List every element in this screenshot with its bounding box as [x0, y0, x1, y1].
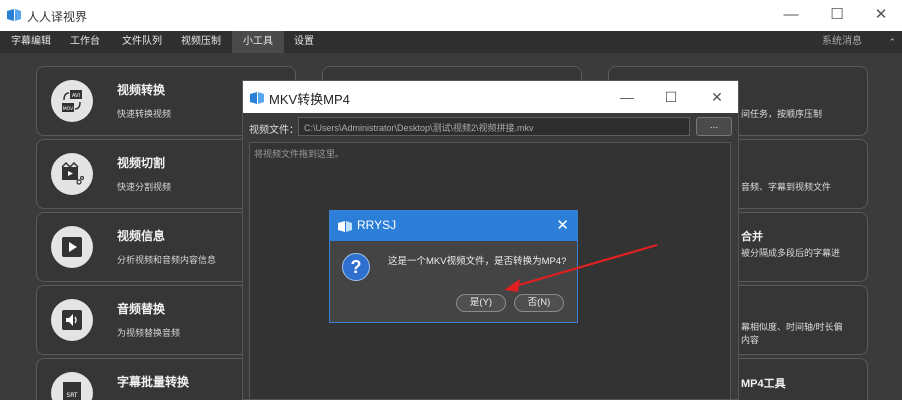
app-titlebar: 人人译视界 — ☐ ✕ — [0, 0, 902, 31]
svg-text:SRT: SRT — [66, 392, 78, 399]
card-title: 视频信息 — [117, 229, 166, 243]
video-file-path-input[interactable]: C:\Users\Administrator\Desktop\测试\视频2\视频… — [298, 117, 690, 136]
menu-settings[interactable]: 设置 — [288, 31, 320, 53]
mkv-dialog-title: MKV转换MP4 — [269, 92, 350, 107]
app-logo-icon — [250, 92, 264, 104]
card-icon-bg — [51, 153, 93, 195]
menu-video-encode[interactable]: 视频压制 — [174, 31, 228, 53]
audio-icon — [62, 310, 82, 330]
card-desc: 分析视频和音频内容信息 — [117, 255, 217, 265]
menu-tools[interactable]: 小工具 — [232, 31, 284, 53]
card-icon-bg — [51, 299, 93, 341]
card-icon-bg — [51, 226, 93, 268]
avi-convert-icon: AVI MOV — [62, 90, 82, 112]
menu-workbench[interactable]: 工作台 — [62, 31, 108, 53]
yes-button[interactable]: 是(Y) — [456, 294, 506, 312]
card-desc: 快速转换视频 — [117, 109, 172, 119]
menu-file-queue[interactable]: 文件队列 — [114, 31, 170, 53]
message-box-title: RRYSJ — [357, 218, 397, 232]
chevron-up-icon[interactable]: ⌃ — [888, 31, 896, 53]
menu-subtitle-edit[interactable]: 字幕编辑 — [6, 31, 56, 53]
card-icon-bg: SRT — [51, 372, 93, 400]
card-icon-bg: AVI MOV — [51, 80, 93, 122]
app-title: 人人译视界 — [27, 10, 88, 24]
app-logo-icon — [338, 221, 352, 232]
confirm-message-box: RRYSJ ✕ ? 这是一个MKV视频文件，是否转换为MP4? 是(Y) 否(N… — [329, 210, 578, 323]
right-card-4-desc: 幕相似度、时间轴/时长偏 — [741, 322, 843, 332]
maximize-button[interactable]: ☐ — [659, 86, 683, 108]
card-desc: 为视频替换音频 — [117, 328, 181, 338]
right-card-5-title: MP4工具 — [741, 378, 786, 390]
minimize-button[interactable]: — — [776, 4, 806, 26]
right-card-2-desc: 音频、字幕到视频文件 — [741, 182, 832, 192]
close-button[interactable]: ✕ — [866, 4, 896, 26]
message-box-titlebar: RRYSJ ✕ — [330, 211, 577, 241]
card-title: 视频切割 — [117, 156, 166, 170]
card-title: 视频转换 — [117, 83, 166, 97]
maximize-button[interactable]: ☐ — [822, 4, 852, 26]
srt-icon: SRT — [63, 382, 81, 400]
drop-hint: 将视频文件拖到这里。 — [254, 149, 345, 159]
system-messages-link[interactable]: 系统消息 — [822, 31, 862, 53]
message-text: 这是一个MKV视频文件，是否转换为MP4? — [388, 256, 567, 267]
video-file-label: 视频文件： — [249, 125, 299, 136]
video-cut-icon — [61, 162, 84, 185]
menu-bar: 字幕编辑 工作台 文件队列 视频压制 小工具 设置 系统消息 ⌃ — [0, 31, 902, 53]
close-icon[interactable]: ✕ — [556, 216, 569, 236]
card-desc: 快速分割视频 — [117, 182, 172, 192]
browse-button[interactable]: ... — [696, 117, 732, 136]
play-icon — [62, 237, 82, 257]
card-title: 音频替换 — [117, 302, 166, 316]
svg-text:MOV: MOV — [63, 106, 74, 112]
close-button[interactable]: ✕ — [705, 86, 729, 108]
svg-text:AVI: AVI — [72, 93, 80, 99]
minimize-button[interactable]: — — [615, 86, 639, 108]
card-title: 字幕批量转换 — [117, 375, 190, 389]
question-icon: ? — [342, 253, 370, 281]
right-card-3-desc: 被分隔成多段后的字幕进 — [741, 248, 841, 258]
mkv-dialog-titlebar: MKV转换MP4 — ☐ ✕ — [243, 81, 738, 113]
right-card-3-title: 合并 — [741, 231, 763, 243]
app-logo-icon — [7, 9, 21, 21]
no-button[interactable]: 否(N) — [514, 294, 564, 312]
right-card-4-desc-2: 内容 — [741, 335, 760, 345]
right-card-1-desc: 间任务，按顺序压制 — [741, 109, 823, 119]
